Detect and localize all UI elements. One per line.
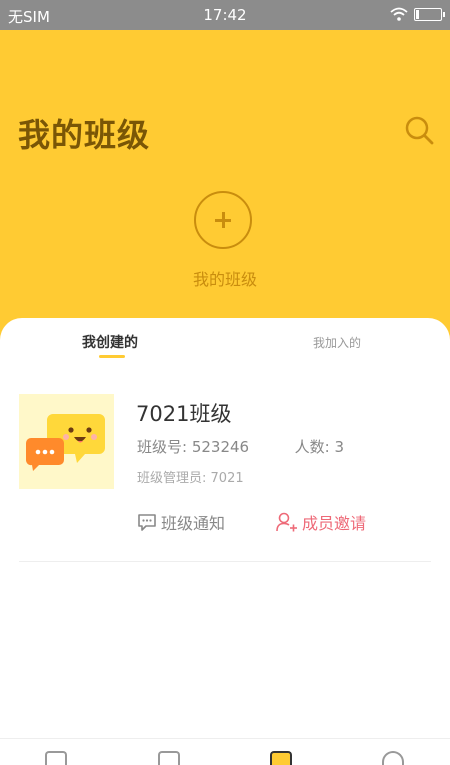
manager-label: 班级管理员: xyxy=(137,471,207,486)
invite-members-label: 成员邀请 xyxy=(302,514,367,533)
class-avatar[interactable] xyxy=(19,394,114,489)
status-icons xyxy=(390,7,445,21)
status-bar: 无SIM 17:42 xyxy=(0,0,450,30)
clock: 17:42 xyxy=(203,6,247,24)
class-notice-button[interactable]: 班级通知 xyxy=(137,510,225,534)
message-icon xyxy=(138,514,156,531)
tab-icon-1[interactable] xyxy=(45,751,67,765)
wifi-icon xyxy=(390,7,408,21)
battery-icon xyxy=(414,7,445,21)
chat-bubbles-icon xyxy=(25,414,105,471)
members-value: 3 xyxy=(334,438,345,456)
tab-joined[interactable]: 我加入的 xyxy=(313,334,361,351)
active-tab-indicator xyxy=(99,355,125,358)
add-class-label[interactable]: 我的班级 xyxy=(0,266,450,290)
class-no-value: 523246 xyxy=(191,438,250,456)
class-notice-label: 班级通知 xyxy=(161,514,226,533)
divider xyxy=(19,561,431,562)
add-class-button[interactable] xyxy=(194,191,252,249)
class-info: 班级号: 523246 人数: 3 xyxy=(137,436,344,457)
manager-info: 班级管理员: 7021 xyxy=(137,467,244,486)
invite-members-button[interactable]: 成员邀请 xyxy=(276,510,366,534)
class-name[interactable]: 7021班级 xyxy=(136,398,231,428)
tab-created[interactable]: 我创建的 xyxy=(82,332,138,352)
tab-icon-3[interactable] xyxy=(270,751,292,765)
header: 我的班级 我的班级 xyxy=(0,30,450,340)
search-icon[interactable] xyxy=(402,113,436,147)
tab-icon-2[interactable] xyxy=(158,751,180,765)
class-list-card: 我创建的 我加入的 7021班级 班级号: 523246 人数: 3 班级管理员… xyxy=(0,318,450,760)
page-title: 我的班级 xyxy=(18,116,151,154)
members-label: 人数: xyxy=(294,438,330,456)
add-user-icon xyxy=(276,512,297,532)
tab-icon-4[interactable] xyxy=(382,751,404,765)
manager-value: 7021 xyxy=(210,471,244,486)
class-no-label: 班级号: xyxy=(137,438,188,456)
bottom-tab-bar xyxy=(0,738,450,765)
